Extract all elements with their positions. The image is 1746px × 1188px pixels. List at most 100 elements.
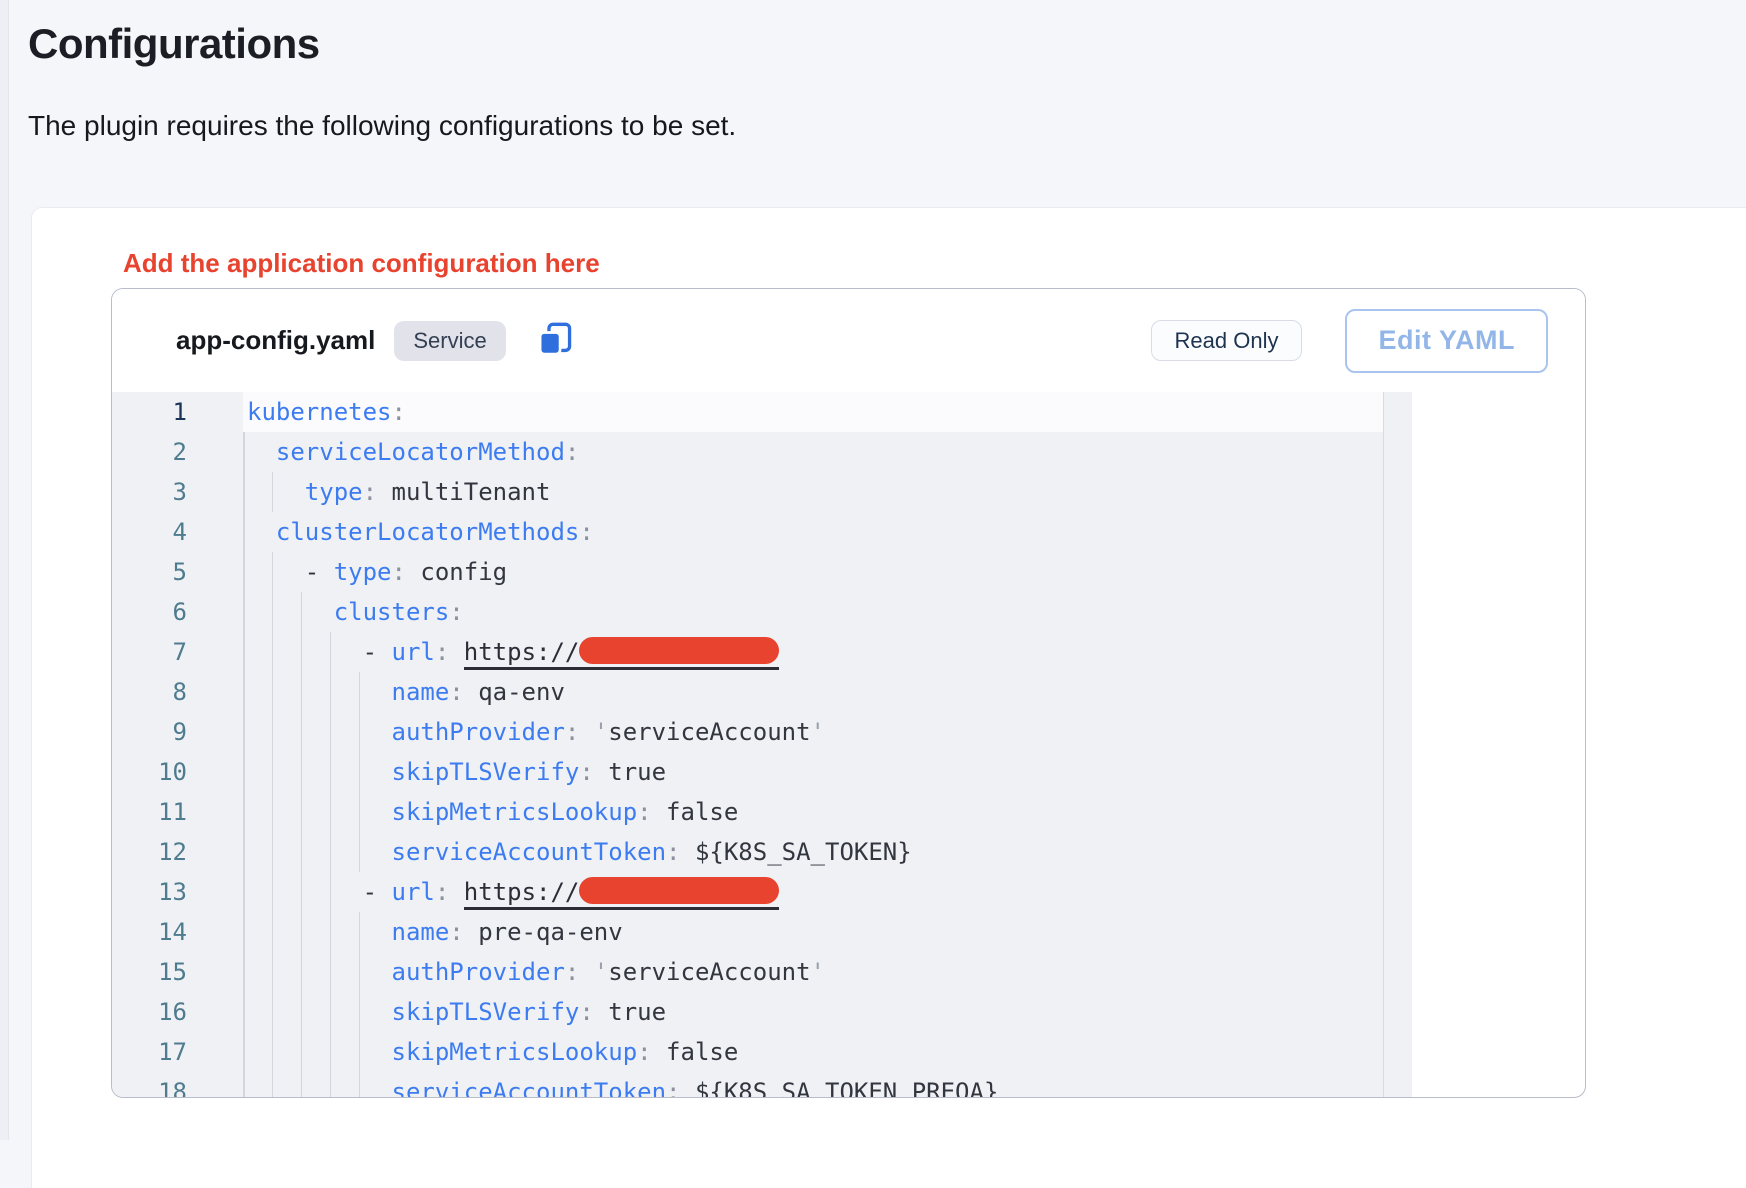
line-number: 6 — [112, 592, 187, 632]
token-key: authProvider — [392, 958, 565, 986]
code-text: kubernetes: — [247, 392, 406, 432]
code-text: authProvider: 'serviceAccount' — [247, 952, 825, 992]
token-pun: : — [435, 878, 464, 906]
vertical-scrollbar[interactable] — [1383, 392, 1412, 1098]
line-number: 17 — [112, 1032, 187, 1072]
token-quote: ' — [811, 718, 825, 746]
code-text: type: multiTenant — [247, 472, 550, 512]
code-text: serviceAccountToken: ${K8S_SA_TOKEN} — [247, 832, 912, 872]
code-line: 12 serviceAccountToken: ${K8S_SA_TOKEN} — [112, 832, 1412, 872]
code-line: 17 skipMetricsLookup: false — [112, 1032, 1412, 1072]
url-value: https:// — [464, 638, 780, 670]
token-key: skipMetricsLookup — [392, 798, 638, 826]
copy-icon — [536, 319, 574, 362]
token-key: clusterLocatorMethods — [276, 518, 579, 546]
yaml-code-editor[interactable]: 1kubernetes:2 serviceLocatorMethod:3 typ… — [112, 392, 1412, 1098]
line-number: 2 — [112, 432, 187, 472]
token-pun: : — [637, 798, 666, 826]
token-quote: ' — [594, 718, 608, 746]
code-text: - url: https:// — [247, 632, 779, 672]
indent-guide — [243, 512, 245, 552]
indent-guide — [243, 912, 245, 952]
code-line: 9 authProvider: 'serviceAccount' — [112, 712, 1412, 752]
token-key: authProvider — [392, 718, 565, 746]
file-name: app-config.yaml — [176, 325, 375, 356]
token-val: - — [363, 638, 392, 666]
copy-button[interactable] — [536, 321, 574, 361]
line-number: 5 — [112, 552, 187, 592]
token-quote: ' — [594, 958, 608, 986]
token-val: config — [420, 558, 507, 586]
token-val: - — [363, 878, 392, 906]
code-text: serviceLocatorMethod: — [247, 432, 579, 472]
code-line: 18 serviceAccountToken: ${K8S_SA_TOKEN_P… — [112, 1072, 1412, 1098]
yaml-editor-card: app-config.yaml Service Read Only Edit Y… — [111, 288, 1586, 1098]
token-key: type — [334, 558, 392, 586]
indent-guide — [243, 1032, 245, 1072]
redaction-mark — [579, 637, 779, 664]
read-only-label: Read Only — [1175, 328, 1279, 354]
token-key: serviceLocatorMethod — [276, 438, 565, 466]
line-number: 3 — [112, 472, 187, 512]
code-line: 1kubernetes: — [112, 392, 1412, 432]
line-number: 16 — [112, 992, 187, 1032]
edit-yaml-button[interactable]: Edit YAML — [1345, 309, 1548, 373]
token-val: multiTenant — [392, 478, 551, 506]
indent-guide — [243, 432, 245, 472]
code-line: 10 skipTLSVerify: true — [112, 752, 1412, 792]
token-pun: : — [637, 1038, 666, 1066]
indent-guide — [243, 632, 245, 672]
token-quote: ' — [811, 958, 825, 986]
token-pun: : — [579, 518, 593, 546]
token-pun: : — [363, 478, 392, 506]
token-key: skipTLSVerify — [392, 998, 580, 1026]
token-pun: : — [435, 638, 464, 666]
token-key: clusters — [334, 598, 450, 626]
active-line-highlight — [243, 392, 1384, 432]
indent-guide — [243, 952, 245, 992]
intro-text: The plugin requires the following config… — [28, 110, 736, 142]
token-pun: : — [392, 398, 406, 426]
code-line: 3 type: multiTenant — [112, 472, 1412, 512]
token-pun: : — [449, 678, 478, 706]
line-number: 18 — [112, 1072, 187, 1098]
line-number: 4 — [112, 512, 187, 552]
token-pun: : — [666, 838, 695, 866]
code-text: skipTLSVerify: true — [247, 992, 666, 1032]
code-line: 2 serviceLocatorMethod: — [112, 432, 1412, 472]
url-value: https:// — [464, 878, 780, 910]
window-edge — [0, 0, 9, 1140]
token-val: - — [305, 558, 334, 586]
config-instruction-note: Add the application configuration here — [123, 248, 600, 279]
token-key: serviceAccountToken — [392, 838, 667, 866]
token-key: kubernetes — [247, 398, 392, 426]
code-line: 6 clusters: — [112, 592, 1412, 632]
code-text: name: qa-env — [247, 672, 565, 712]
line-number: 8 — [112, 672, 187, 712]
token-key: name — [392, 918, 450, 946]
code-line: 16 skipTLSVerify: true — [112, 992, 1412, 1032]
line-number: 15 — [112, 952, 187, 992]
code-text: authProvider: 'serviceAccount' — [247, 712, 825, 752]
indent-guide — [243, 872, 245, 912]
code-text: name: pre-qa-env — [247, 912, 623, 952]
line-number: 10 — [112, 752, 187, 792]
token-pun: : — [449, 598, 463, 626]
token-key: serviceAccountToken — [392, 1078, 667, 1098]
line-number: 12 — [112, 832, 187, 872]
redaction-mark — [579, 877, 779, 904]
code-text: clusterLocatorMethods: — [247, 512, 594, 552]
token-key: url — [392, 638, 435, 666]
indent-guide — [243, 832, 245, 872]
line-number: 14 — [112, 912, 187, 952]
token-val: pre-qa-env — [478, 918, 623, 946]
code-line: 4 clusterLocatorMethods: — [112, 512, 1412, 552]
token-pun: : — [565, 438, 579, 466]
read-only-button[interactable]: Read Only — [1151, 320, 1303, 361]
configurations-panel: Add the application configuration here a… — [32, 208, 1746, 1188]
token-pun: : — [579, 758, 608, 786]
line-number: 13 — [112, 872, 187, 912]
code-text: clusters: — [247, 592, 464, 632]
token-key: url — [392, 878, 435, 906]
token-key: skipTLSVerify — [392, 758, 580, 786]
